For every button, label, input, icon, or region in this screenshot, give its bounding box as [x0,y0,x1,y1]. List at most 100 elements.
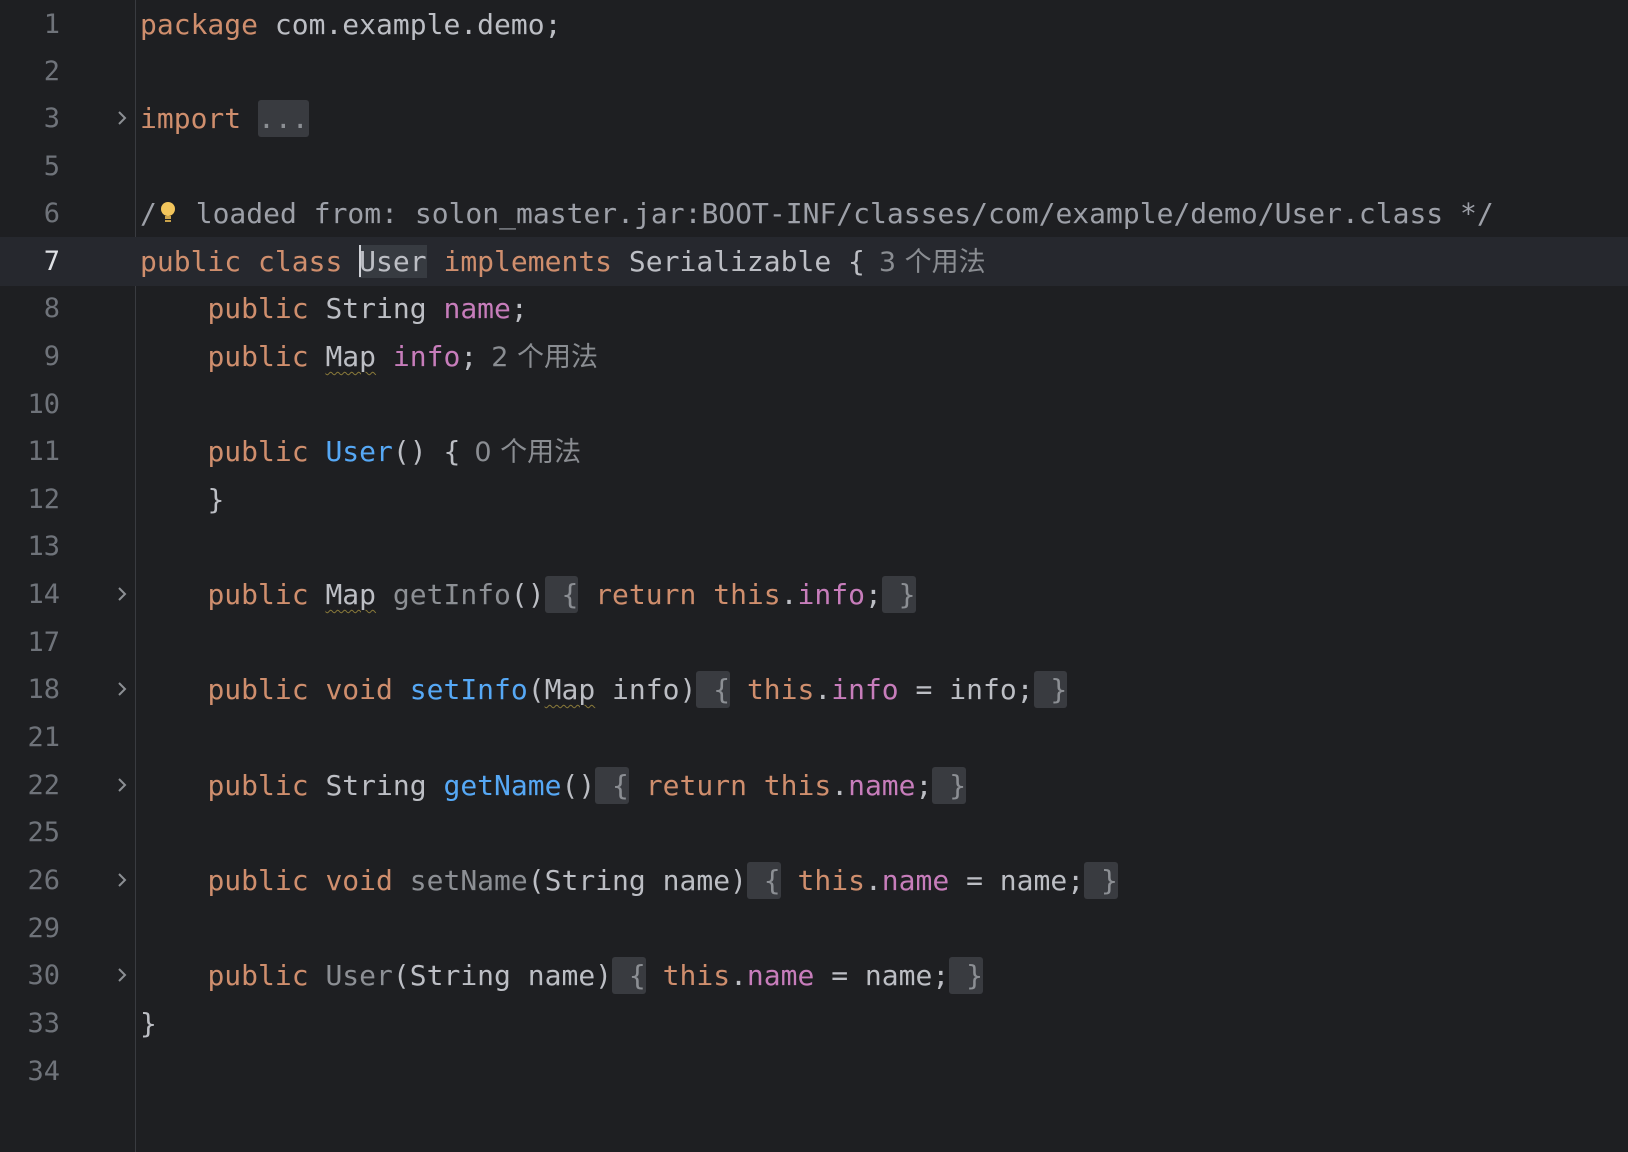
code-line-29[interactable]: 29 [0,904,1628,953]
method-name: getName [443,769,562,802]
code-text[interactable]: public String getName() { return this.na… [140,761,967,810]
code-line-11[interactable]: 11 public User() {0 个用法 [0,427,1628,476]
code-text[interactable]: public Map info; 2 个用法 [140,332,598,382]
code-line-12[interactable]: 12 } [0,475,1628,524]
code-line-5[interactable]: 5 [0,142,1628,191]
line-number: 2 [43,56,60,87]
lightbulb-icon[interactable] [157,199,179,225]
line-number: 5 [43,151,60,182]
dot: . [814,673,832,706]
line-number: 11 [27,436,60,467]
line-number: 6 [43,198,60,229]
code-line-10[interactable]: 10 [0,380,1628,429]
constructor-rest: () { [392,435,461,468]
interface-name: Serializable { [628,245,865,278]
code-line-8[interactable]: 8 public String name; [0,284,1628,333]
text-caret [359,245,362,277]
folded-body-open[interactable]: { [544,576,579,613]
keyword-package: package [140,8,259,41]
keyword-this: this [763,769,832,802]
line-number: 9 [43,341,60,372]
type-name: String [325,769,427,802]
usages-hint[interactable]: 2 个用法 [491,342,598,373]
code-line-3[interactable]: 3 import ... [0,94,1628,143]
code-text[interactable]: public String name; [140,284,528,333]
keyword-public: public [207,769,309,802]
code-text[interactable]: public class User implements Serializabl… [140,237,986,287]
code-text[interactable]: } [140,475,224,524]
code-line-14[interactable]: 14 public Map getInfo() { return this.in… [0,570,1628,619]
code-line-17[interactable]: 17 [0,618,1628,667]
folded-body-open[interactable]: { [746,862,781,899]
code-line-34[interactable]: 34 [0,1047,1628,1096]
keyword-this: this [662,959,731,992]
folded-body-open[interactable]: { [696,671,731,708]
param-type-warning[interactable]: Map [545,673,596,706]
folded-body-close[interactable]: } [881,576,916,613]
decompiled-comment: loaded from: solon_master.jar:BOOT-INF/c… [178,197,1494,230]
chevron-right-icon[interactable] [112,775,132,795]
code-text[interactable]: import ... [140,94,309,143]
semicolon: ; [510,292,528,325]
folded-body-close[interactable]: } [1084,862,1118,899]
type-name: String [325,292,427,325]
code-text[interactable]: package com.example.demo; [140,0,561,49]
code-line-7[interactable]: 7 public class User implements Serializa… [0,237,1628,286]
code-line-33[interactable]: 33 } [0,999,1628,1048]
chevron-right-icon[interactable] [112,679,132,699]
folded-body-close[interactable]: } [949,957,983,994]
code-line-21[interactable]: 21 [0,713,1628,762]
line-number: 17 [27,627,60,658]
code-line-6[interactable]: 6 / loaded from: solon_master.jar:BOOT-I… [0,189,1628,238]
code-line-26[interactable]: 26 public void setName(String name) { th… [0,856,1628,905]
folded-body-close[interactable]: } [932,767,967,804]
assignment: = info; [898,673,1034,706]
usages-hint[interactable]: 3 个用法 [879,247,986,278]
code-text[interactable]: public User(String name) { this.name = n… [140,951,983,1000]
method-params: () [510,578,545,611]
chevron-right-icon[interactable] [112,870,132,890]
closing-brace: } [140,1007,157,1040]
method-name: setName [409,864,528,897]
folded-imports[interactable]: ... [258,100,309,137]
code-text[interactable]: public void setName(String name) { this.… [140,856,1118,905]
code-editor[interactable]: 1 package com.example.demo; 2 3 import .… [0,0,1628,1152]
chevron-right-icon[interactable] [112,108,132,128]
keyword-return: return [595,578,697,611]
code-text[interactable]: } [140,999,157,1048]
code-text[interactable]: public void setInfo(Map info) { this.inf… [140,665,1068,714]
line-number: 1 [43,9,60,40]
code-line-30[interactable]: 30 public User(String name) { this.name … [0,951,1628,1000]
code-text[interactable]: public User() {0 个用法 [140,427,581,477]
code-text[interactable]: public Map getInfo() { return this.info;… [140,570,916,619]
code-line-18[interactable]: 18 public void setInfo(Map info) { this.… [0,665,1628,714]
line-number: 3 [43,103,60,134]
code-line-25[interactable]: 25 [0,808,1628,857]
folded-body-close[interactable]: } [1033,671,1068,708]
folded-body-open[interactable]: { [612,957,646,994]
code-line-13[interactable]: 13 [0,522,1628,571]
chevron-right-icon[interactable] [112,965,132,985]
keyword-return: return [645,769,747,802]
folded-body-open[interactable]: { [595,767,629,804]
semicolon: ; [915,769,933,802]
chevron-right-icon[interactable] [112,584,132,604]
code-line-22[interactable]: 22 public String getName() { return this… [0,761,1628,810]
keyword-import: import [140,102,242,135]
keyword-class: class [258,245,343,278]
class-name[interactable]: User [359,245,427,278]
code-line-1[interactable]: 1 package com.example.demo; [0,0,1628,49]
line-number: 26 [27,865,60,896]
usages-hint[interactable]: 0 个用法 [474,437,581,468]
type-name-warning[interactable]: Map [325,340,376,373]
method-name: setInfo [409,673,528,706]
keyword-public: public [140,245,242,278]
type-name-warning[interactable]: Map [325,578,376,611]
keyword-public: public [207,959,309,992]
code-text[interactable]: / loaded from: solon_master.jar:BOOT-INF… [140,189,1494,238]
field-name: info [797,578,865,611]
code-line-9[interactable]: 9 public Map info; 2 个用法 [0,332,1628,381]
keyword-public: public [207,673,309,706]
code-line-2[interactable]: 2 [0,47,1628,96]
constructor-name: User [325,435,393,468]
